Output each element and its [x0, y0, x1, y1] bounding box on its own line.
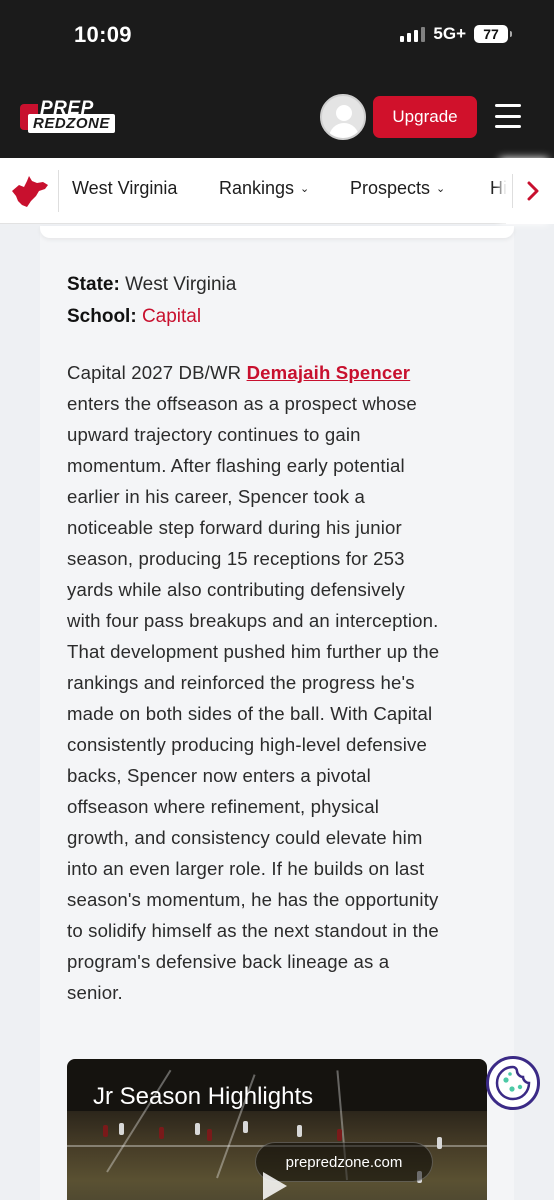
cookie-settings-button[interactable] — [486, 1056, 540, 1110]
article-line: senior. — [67, 982, 123, 1003]
status-time: 10:09 — [74, 22, 132, 47]
nav-item-west-virginia[interactable]: West Virginia — [72, 178, 177, 199]
article-line: offseason where refinement, physical — [67, 796, 380, 817]
west-virginia-map-icon[interactable] — [10, 176, 50, 208]
article-line: noticeable step forward during his junio… — [67, 517, 402, 538]
article-line: earlier in his career, Spencer took a — [67, 486, 366, 507]
state-field: State: West Virginia — [67, 274, 237, 295]
article-line: season's momentum, he has the opportunit… — [67, 889, 439, 910]
chevron-down-icon: ⌄ — [300, 183, 310, 195]
nav-item-rankings[interactable]: Rankings ⌄ — [219, 178, 309, 199]
article-line: made on both sides of the ball. With Cap… — [67, 703, 433, 724]
article-line: program's defensive back lineage as a — [67, 951, 390, 972]
player-link[interactable]: Demajaih Spencer — [247, 362, 411, 383]
upgrade-button[interactable]: Upgrade — [373, 96, 477, 138]
play-icon[interactable] — [263, 1172, 287, 1200]
article-line: backs, Spencer now enters a pivotal — [67, 765, 371, 786]
article-line: enters the offseason as a prospect whose — [67, 393, 417, 414]
state-nav-bar: West Virginia Rankings ⌄ Prospects ⌄ Hi — [0, 158, 554, 224]
nav-item-prospects[interactable]: Prospects ⌄ — [350, 178, 445, 199]
article-line: growth, and consistency could elevate hi… — [67, 827, 423, 848]
article-line: momentum. After flashing early potential — [67, 455, 405, 476]
network-type: 5G+ — [433, 24, 466, 43]
article-body: Capital 2027 DB/WR Demajaih Spencer ente… — [67, 357, 491, 1008]
site-logo[interactable]: PREP REDZONE — [20, 96, 136, 138]
article-line: yards while also contributing defensivel… — [67, 579, 405, 600]
battery-icon: 77 — [474, 25, 512, 43]
chevron-right-icon — [527, 181, 538, 201]
article-line: Capital 2027 DB/WR Demajaih Spencer — [67, 362, 411, 383]
video-title: Jr Season Highlights — [93, 1083, 314, 1110]
school-field: School: Capital — [67, 306, 202, 327]
status-indicators: 5G+ 77 — [400, 24, 512, 44]
article-line: consistently producing high-level defens… — [67, 734, 427, 755]
top-header: 10:09 5G+ 77 PREP REDZONE Upgrade — [0, 0, 554, 158]
article-line: into an even larger role. If he builds o… — [67, 858, 425, 879]
chevron-down-icon: ⌄ — [436, 183, 446, 195]
article-line: to solidify himself as the next standout… — [67, 920, 439, 941]
hamburger-menu-icon[interactable] — [495, 104, 521, 128]
signal-icon — [400, 26, 426, 42]
article-line: That development pushed him further up t… — [67, 641, 440, 662]
article-line: rankings and reinforced the progress he'… — [67, 672, 415, 693]
user-avatar[interactable] — [320, 94, 366, 140]
nav-item-truncated[interactable]: Hi — [490, 178, 507, 199]
school-link[interactable]: Capital — [142, 306, 201, 327]
article-line: upward trajectory continues to gain — [67, 424, 361, 445]
article-line: with four pass breakups and an intercept… — [67, 610, 439, 631]
highlight-video-player[interactable]: Jr Season Highlights prepredzone.com — [67, 1059, 487, 1200]
logo-word-bottom: REDZONE — [28, 114, 115, 133]
cookie-icon — [495, 1065, 531, 1101]
article-line: season, producing 15 receptions for 253 — [67, 548, 405, 569]
nav-scroll-right-button[interactable] — [512, 174, 552, 208]
